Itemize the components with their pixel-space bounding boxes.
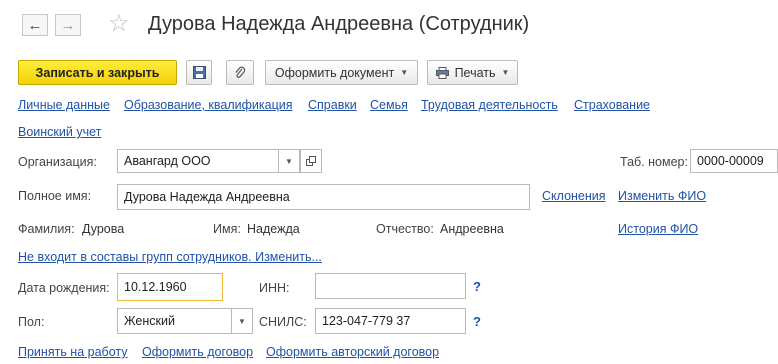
- tab-number-field[interactable]: 0000-00009: [690, 149, 778, 173]
- paperclip-icon: [235, 66, 246, 78]
- nav-link-military[interactable]: Воинский учет: [18, 125, 101, 139]
- birth-date-field[interactable]: 10.12.1960: [117, 273, 223, 301]
- snils-field[interactable]: 123-047-779 37: [315, 308, 466, 334]
- nav-link-insurance[interactable]: Страхование: [574, 98, 650, 112]
- inn-help-icon[interactable]: ?: [473, 279, 481, 294]
- full-name-label: Полное имя:: [18, 189, 92, 203]
- create-document-button[interactable]: Оформить документ ▼: [265, 60, 418, 85]
- hire-link[interactable]: Принять на работу: [18, 345, 128, 359]
- surname-label: Фамилия:: [18, 222, 75, 236]
- snils-help-icon[interactable]: ?: [473, 314, 481, 329]
- birth-date-label: Дата рождения:: [18, 281, 110, 295]
- name-value: Надежда: [247, 222, 300, 236]
- open-window-icon: [306, 156, 316, 166]
- attach-button[interactable]: [226, 60, 254, 85]
- nav-link-work-history[interactable]: Трудовая деятельность: [421, 98, 558, 112]
- inn-field[interactable]: [315, 273, 466, 299]
- create-contract-link[interactable]: Оформить договор: [142, 345, 253, 359]
- caret-down-icon: ▼: [238, 316, 246, 326]
- organization-dropdown-button[interactable]: ▼: [278, 149, 300, 173]
- patronymic-value: Андреевна: [440, 222, 504, 236]
- star-icon[interactable]: ☆: [108, 12, 130, 36]
- save-button[interactable]: [186, 60, 212, 85]
- declension-link[interactable]: Склонения: [542, 189, 606, 203]
- forward-button[interactable]: →: [55, 14, 81, 36]
- back-button[interactable]: ←: [22, 14, 48, 36]
- caret-down-icon: ▼: [501, 68, 510, 77]
- create-author-contract-link[interactable]: Оформить авторский договор: [266, 345, 439, 359]
- inn-label: ИНН:: [259, 281, 290, 295]
- name-label: Имя:: [213, 222, 241, 236]
- full-name-field[interactable]: Дурова Надежда Андреевна: [117, 184, 530, 210]
- caret-down-icon: ▼: [285, 156, 293, 166]
- history-fio-link[interactable]: История ФИО: [618, 222, 698, 236]
- employee-groups-link[interactable]: Не входит в составы групп сотрудников. И…: [18, 250, 322, 264]
- organization-field[interactable]: Авангард ООО: [117, 149, 279, 173]
- gender-dropdown-button[interactable]: ▼: [231, 308, 253, 334]
- gender-label: Пол:: [18, 315, 45, 329]
- nav-link-education[interactable]: Образование, квалификация: [124, 98, 293, 112]
- organization-open-button[interactable]: [300, 149, 322, 173]
- nav-link-family[interactable]: Семья: [370, 98, 408, 112]
- arrow-left-icon: ←: [27, 16, 43, 34]
- tab-number-label: Таб. номер:: [620, 155, 688, 169]
- nav-link-certificates[interactable]: Справки: [308, 98, 357, 112]
- snils-label: СНИЛС:: [259, 315, 307, 329]
- floppy-disk-icon: [192, 66, 206, 79]
- surname-value: Дурова: [82, 222, 125, 236]
- nav-link-personal-data[interactable]: Личные данные: [18, 98, 110, 112]
- organization-label: Организация:: [18, 155, 97, 169]
- caret-down-icon: ▼: [400, 68, 409, 77]
- printer-icon: [435, 66, 449, 79]
- print-button[interactable]: Печать ▼: [427, 60, 518, 85]
- arrow-right-icon: →: [60, 16, 76, 34]
- patronymic-label: Отчество:: [376, 222, 434, 236]
- save-and-close-button[interactable]: Записать и закрыть: [18, 60, 177, 85]
- page-title: Дурова Надежда Андреевна (Сотрудник): [148, 13, 530, 35]
- gender-select[interactable]: Женский: [117, 308, 232, 334]
- change-fio-link[interactable]: Изменить ФИО: [618, 189, 706, 203]
